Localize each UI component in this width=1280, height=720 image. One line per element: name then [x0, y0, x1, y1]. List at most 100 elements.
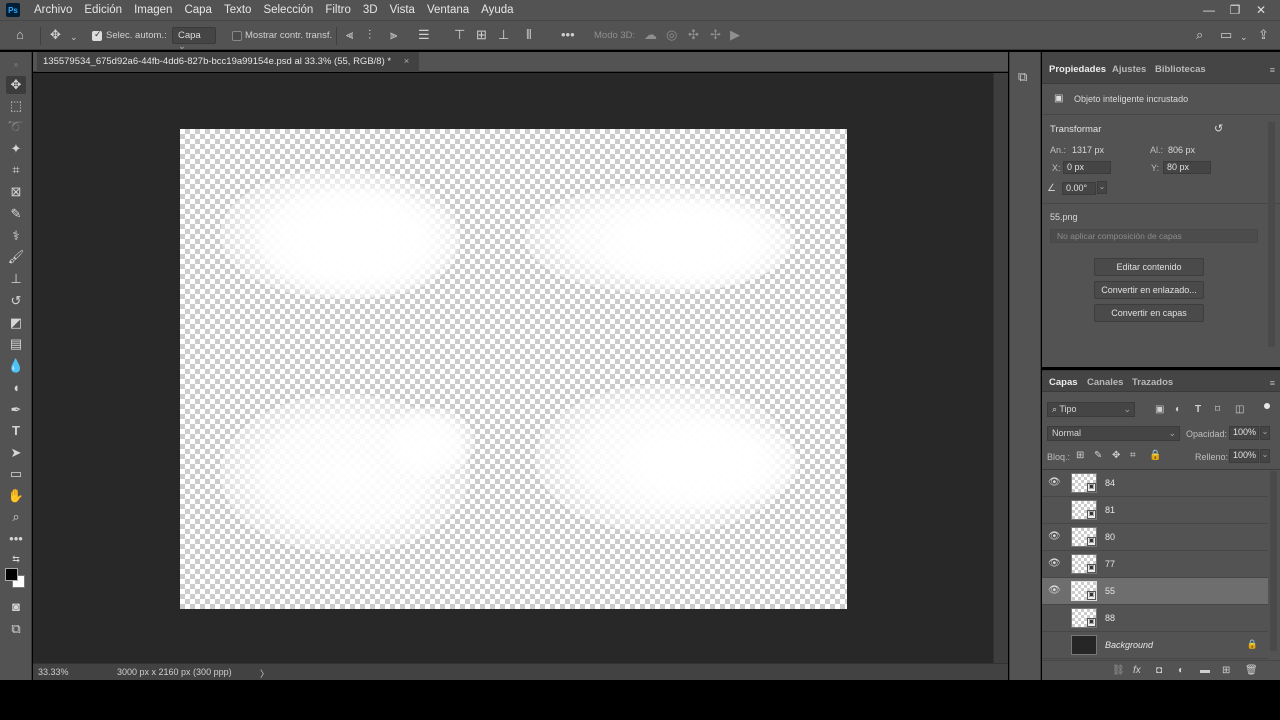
history-panel-icon[interactable]: ⧉ [1018, 69, 1027, 85]
path-selection-tool-icon[interactable]: ➤ [6, 444, 26, 462]
lock-transparent-icon[interactable]: ⊞ [1076, 450, 1084, 461]
filter-toggle-icon[interactable] [1264, 403, 1270, 409]
auto-select-checkbox[interactable] [92, 29, 102, 41]
healing-brush-tool-icon[interactable]: ⚕ [6, 227, 26, 245]
layers-menu-icon[interactable]: ≡ [1270, 378, 1275, 388]
fx-icon[interactable]: fx [1133, 665, 1141, 676]
toolbar-collapse-icon[interactable]: » [6, 56, 26, 74]
marquee-tool-icon[interactable]: ⬚ [6, 97, 26, 115]
brush-tool-icon[interactable]: 🖌 [6, 248, 26, 266]
history-brush-tool-icon[interactable]: ↺ [6, 292, 26, 310]
orbit-3d-icon[interactable]: ☁ [644, 27, 657, 43]
visibility-eye-icon[interactable]: 👁 [1048, 585, 1061, 597]
layers-scrollbar[interactable] [1270, 471, 1277, 651]
visibility-eye-icon[interactable]: 👁 [1048, 558, 1061, 570]
quick-mask-icon[interactable]: ◙ [6, 598, 26, 616]
gradient-tool-icon[interactable]: ▤ [6, 335, 26, 353]
menu-capa[interactable]: Capa [178, 4, 218, 16]
convert-to-linked-button[interactable]: Convertir en enlazado... [1094, 281, 1204, 299]
distribute-icon[interactable]: ☰ [418, 27, 430, 43]
layer-row-77[interactable]: 👁 ▣ 77 [1042, 551, 1268, 578]
menu-3d[interactable]: 3D [357, 4, 384, 16]
restore-button[interactable]: ❐ [1222, 3, 1248, 17]
menu-ayuda[interactable]: Ayuda [475, 4, 519, 16]
height-value[interactable]: 806 px [1168, 145, 1195, 155]
edit-toolbar-icon[interactable]: ••• [6, 530, 26, 548]
visibility-toggle-empty[interactable] [1048, 612, 1060, 624]
distribute-v-icon[interactable]: ⦀ [526, 27, 532, 43]
screen-mode-icon[interactable]: ⧉ [6, 620, 26, 638]
new-group-folder-icon[interactable]: ▬ [1200, 665, 1210, 676]
filter-smart-object-icon[interactable]: ◫ [1235, 404, 1244, 415]
fill-field[interactable]: 100% [1229, 449, 1259, 463]
tab-trazados[interactable]: Trazados [1132, 377, 1173, 388]
menu-ventana[interactable]: Ventana [421, 4, 475, 16]
dodge-tool-icon[interactable]: ◖ [6, 379, 26, 397]
show-transform-checkbox[interactable] [232, 31, 242, 41]
stamp-tool-icon[interactable]: ⊥ [6, 270, 26, 288]
reset-transform-icon[interactable]: ↺ [1214, 122, 1223, 135]
vertical-scrollbar[interactable] [993, 73, 1008, 663]
eyedropper-tool-icon[interactable]: ✎ [6, 205, 26, 223]
visibility-toggle-empty[interactable] [1048, 504, 1060, 516]
pen-tool-icon[interactable]: ✒ [6, 401, 26, 419]
canvas-area[interactable] [33, 73, 993, 663]
delete-layer-trash-icon[interactable]: 🗑 [1245, 665, 1258, 676]
new-layer-icon[interactable]: ⊞ [1222, 665, 1230, 676]
lock-image-icon[interactable]: ✎ [1094, 450, 1102, 461]
layer-row-55[interactable]: 👁 ▣ 55 [1042, 578, 1268, 605]
visibility-toggle-empty[interactable] [1048, 639, 1060, 651]
document-tab[interactable]: 135579534_675d92a6-44fb-4dd6-827b-bcc19a… [37, 52, 420, 72]
frame-tool-icon[interactable]: ⊠ [6, 183, 26, 201]
pan-3d-icon[interactable]: ✣ [688, 27, 699, 43]
align-top-icon[interactable]: ⊤ [454, 27, 465, 43]
edit-contents-button[interactable]: Editar contenido [1094, 258, 1204, 276]
convert-to-layers-button[interactable]: Convertir en capas [1094, 304, 1204, 322]
tab-propiedades[interactable]: Propiedades [1049, 64, 1106, 75]
tool-preset-chevron-icon[interactable]: ⌄ [70, 29, 78, 45]
lock-position-icon[interactable]: ✥ [1112, 450, 1120, 461]
layer-row-80[interactable]: 👁 ▣ 80 [1042, 524, 1268, 551]
visibility-eye-icon[interactable]: 👁 [1048, 477, 1061, 489]
status-menu-chevron-icon[interactable]: 〉 [260, 667, 269, 680]
filter-pixel-icon[interactable]: ▣ [1155, 404, 1164, 415]
layer-row-81[interactable]: ▣ 81 [1042, 497, 1268, 524]
filter-adjustment-icon[interactable]: ◐ [1175, 404, 1181, 415]
layer-row-88[interactable]: ▣ 88 [1042, 605, 1268, 632]
menu-archivo[interactable]: Archivo [28, 4, 78, 16]
magic-wand-tool-icon[interactable]: ✦ [6, 140, 26, 158]
visibility-eye-icon[interactable]: 👁 [1048, 531, 1061, 543]
menu-edicion[interactable]: Edición [78, 4, 128, 16]
crop-tool-icon[interactable]: ⌗ [6, 161, 26, 179]
share-icon[interactable]: ⇪ [1258, 27, 1269, 43]
document-canvas[interactable] [180, 129, 847, 609]
width-value[interactable]: 1317 px [1072, 145, 1104, 155]
angle-field[interactable]: 0.00° [1062, 182, 1096, 195]
auto-select-dropdown[interactable]: Capa ⌄ [172, 27, 216, 52]
align-bottom-icon[interactable]: ⊥ [498, 27, 509, 43]
x-position-field[interactable]: 0 px [1063, 161, 1111, 174]
tab-ajustes[interactable]: Ajustes [1112, 64, 1146, 75]
tab-capas[interactable]: Capas [1049, 377, 1078, 388]
close-window-button[interactable]: ✕ [1248, 3, 1274, 17]
home-icon[interactable]: ⌂ [16, 27, 24, 43]
roll-3d-icon[interactable]: ◎ [666, 27, 677, 43]
link-layers-icon[interactable]: ⛓ [1112, 665, 1125, 676]
move-tool-icon[interactable]: ✥ [6, 76, 26, 94]
panel-menu-icon[interactable]: ≡ [1270, 65, 1275, 75]
type-tool-icon[interactable]: T [6, 422, 26, 440]
menu-texto[interactable]: Texto [218, 4, 258, 16]
layer-filter-dropdown[interactable]: ⌕ Tipo ⌄ [1047, 402, 1135, 417]
opacity-chevron-icon[interactable]: ⌄ [1260, 426, 1270, 440]
move-tool-icon[interactable]: ✥ [50, 27, 61, 43]
lasso-tool-icon[interactable]: ➰ [6, 118, 26, 136]
zoom-level[interactable]: 33.33% [38, 667, 69, 677]
align-center-h-icon[interactable]: ⫶ [368, 27, 371, 43]
slide-3d-icon[interactable]: ✢ [710, 27, 721, 43]
y-position-field[interactable]: 80 px [1163, 161, 1211, 174]
hand-tool-icon[interactable]: ✋ [6, 487, 26, 505]
new-adjustment-icon[interactable]: ◐ [1178, 665, 1184, 676]
blur-tool-icon[interactable]: 💧 [6, 357, 26, 375]
close-tab-icon[interactable]: × [404, 56, 410, 67]
align-right-icon[interactable]: ⫸ [390, 27, 397, 43]
